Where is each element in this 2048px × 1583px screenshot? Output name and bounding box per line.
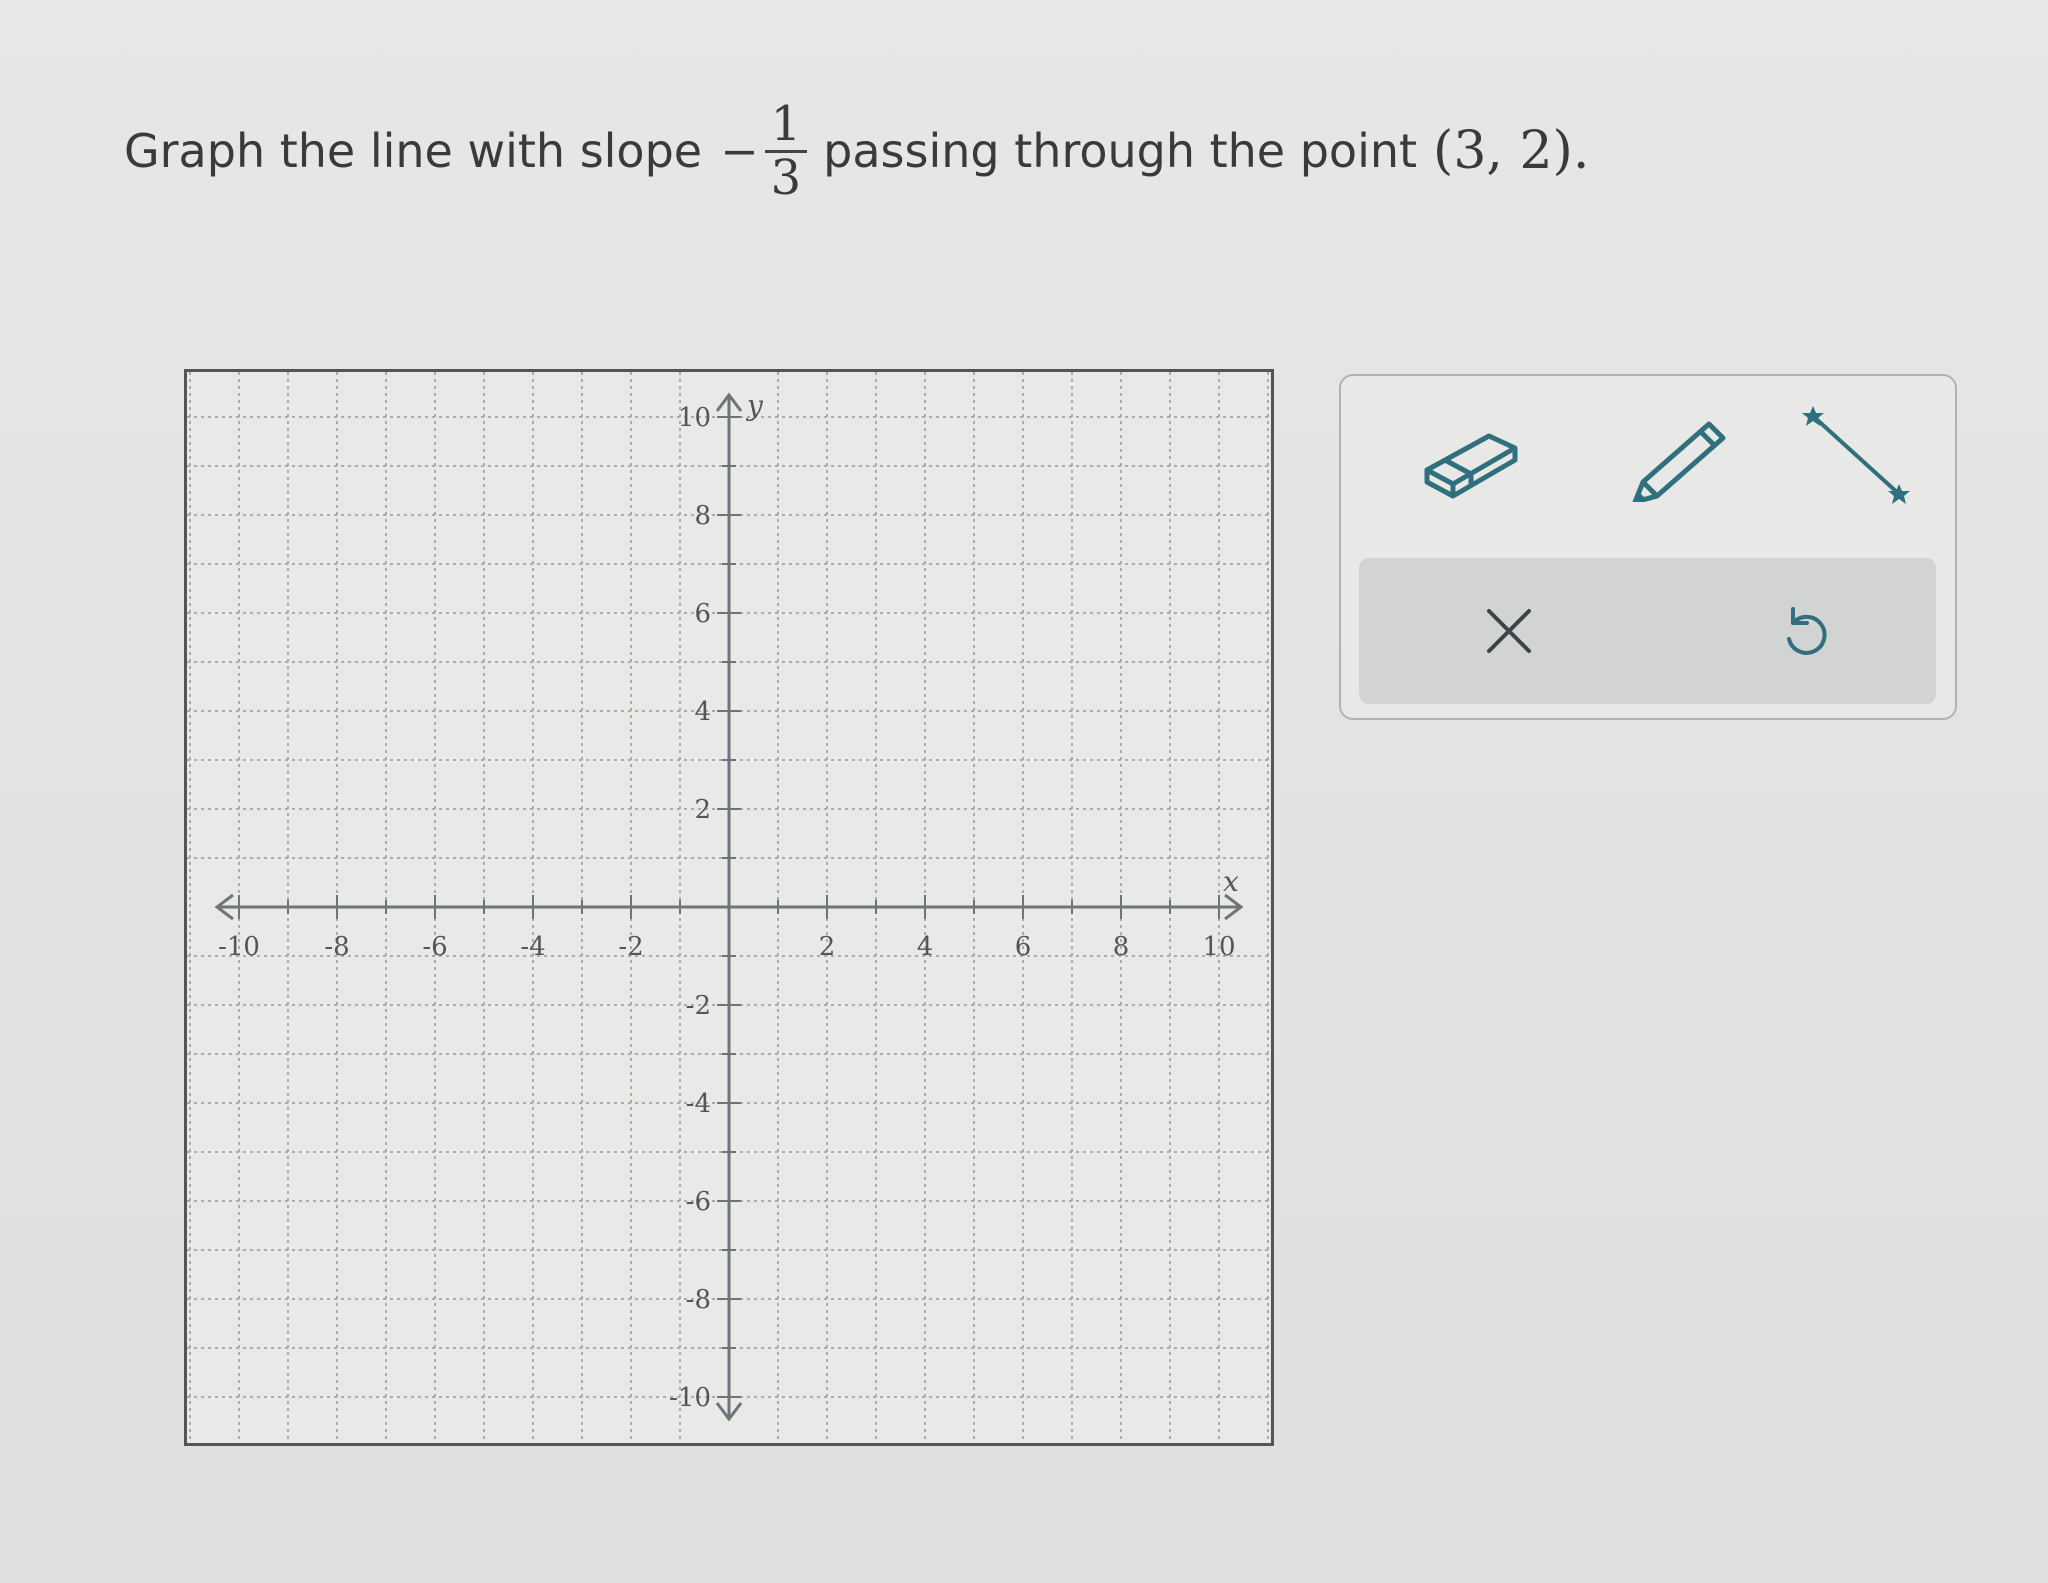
- x-tick-label: -10: [218, 932, 260, 962]
- x-tick-label: -4: [520, 932, 545, 962]
- y-tick-label: -8: [686, 1285, 711, 1315]
- y-tick-label: 4: [694, 697, 711, 727]
- clear-button[interactable]: [1439, 576, 1579, 686]
- x-tick-label: 2: [819, 932, 836, 962]
- y-tick-label: -4: [686, 1089, 711, 1119]
- slope-sign: −: [720, 124, 759, 178]
- pencil-tool-button[interactable]: [1603, 402, 1753, 512]
- y-tick-label: 8: [694, 501, 711, 531]
- question-text-middle: passing through the point: [823, 124, 1418, 178]
- y-tick-label: 10: [678, 403, 711, 433]
- undo-icon: [1787, 607, 1827, 655]
- y-tick-label: -2: [686, 991, 711, 1021]
- slope-denominator: 3: [770, 149, 802, 206]
- y-tick-label: 6: [694, 599, 711, 629]
- y-axis-label: y: [745, 389, 764, 422]
- question-text: Graph the line with slope: [124, 124, 703, 178]
- x-tick-label: -2: [618, 932, 643, 962]
- question-prompt: Graph the line with slope − 1 3 passing …: [124, 76, 1589, 226]
- close-icon: [1487, 609, 1531, 653]
- line-tool-button[interactable]: [1781, 402, 1931, 512]
- graph-canvas[interactable]: -10 -8 -6 -4 -2 2 4 6 8 10 10 8 6 4 2 -2 -4 -6 -8 -10 x y: [184, 369, 1274, 1446]
- action-row: [1359, 558, 1936, 704]
- x-axis-label: x: [1223, 865, 1239, 898]
- pencil-icon: [1632, 421, 1726, 502]
- y-tick-label: 2: [694, 795, 711, 825]
- graph-toolbar: [1339, 374, 1957, 720]
- x-tick-label: -6: [422, 932, 447, 962]
- slope-fraction: 1 3: [764, 99, 808, 206]
- y-tick-label: -6: [686, 1187, 711, 1217]
- x-tick-label: 8: [1113, 932, 1130, 962]
- line-segment-icon: [1802, 406, 1910, 504]
- undo-button[interactable]: [1735, 576, 1875, 686]
- coordinate-plane[interactable]: -10 -8 -6 -4 -2 2 4 6 8 10 10 8 6 4 2 -2 -4 -6 -8 -10 x y: [187, 372, 1271, 1443]
- x-tick-label: 10: [1202, 932, 1235, 962]
- x-tick-label: 4: [917, 932, 934, 962]
- point-coordinates: (3, 2).: [1433, 121, 1590, 181]
- x-tick-label: -8: [324, 932, 349, 962]
- y-tick-label: -10: [669, 1383, 711, 1413]
- eraser-tool-button[interactable]: [1399, 402, 1549, 512]
- x-tick-label: 6: [1015, 932, 1032, 962]
- eraser-icon: [1424, 433, 1518, 499]
- slope-numerator: 1: [764, 99, 808, 153]
